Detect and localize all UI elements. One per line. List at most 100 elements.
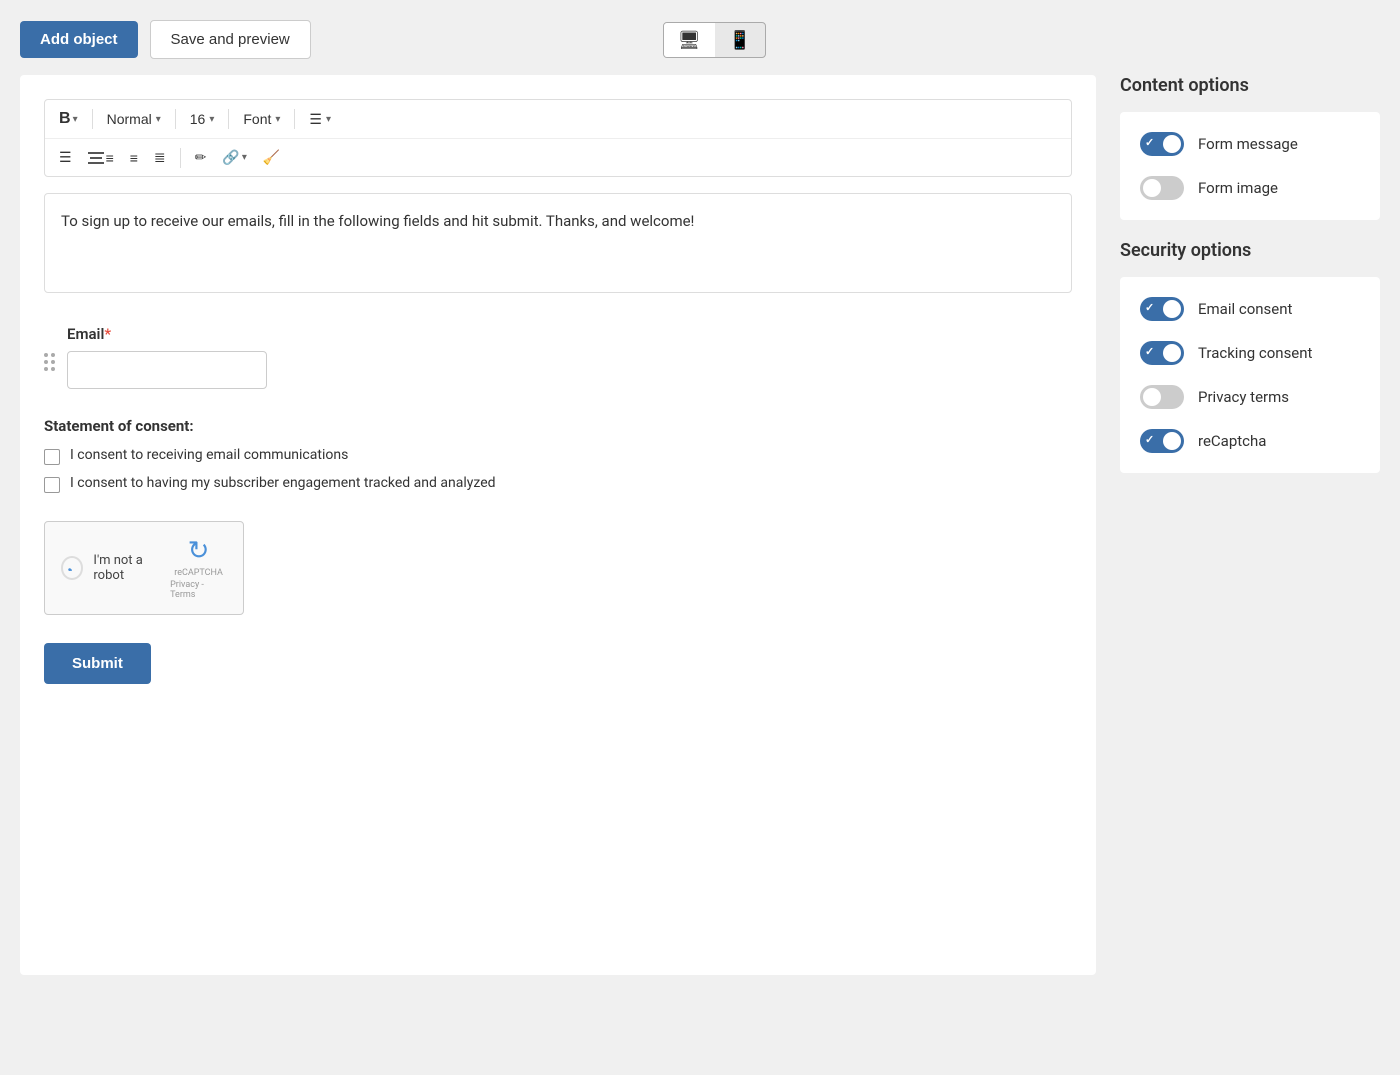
recaptcha-slider bbox=[1140, 429, 1184, 453]
recaptcha-toggle[interactable] bbox=[1140, 429, 1184, 453]
recaptcha-label: reCaptcha bbox=[1198, 432, 1266, 450]
desktop-icon: 🖥 bbox=[678, 30, 701, 50]
privacy-terms-label: Privacy terms bbox=[1198, 388, 1289, 406]
divider-3 bbox=[228, 109, 229, 129]
pen-icon: ✏ bbox=[195, 149, 207, 166]
link-icon: 🔗 bbox=[222, 149, 239, 166]
divider-1 bbox=[92, 109, 93, 129]
style-dropdown[interactable]: Normal ▾ bbox=[101, 107, 167, 131]
drag-dot-3 bbox=[44, 360, 48, 364]
consent-section: Statement of consent: I consent to recei… bbox=[44, 417, 1072, 493]
formatting-row: B ▾ Normal ▾ 16 ▾ Font bbox=[45, 100, 1071, 139]
desktop-view-button[interactable]: 🖥 bbox=[664, 23, 715, 57]
form-image-row: Form image bbox=[1140, 176, 1360, 200]
consent-checkbox-2[interactable] bbox=[44, 477, 60, 493]
drag-handle[interactable] bbox=[44, 325, 55, 371]
size-dropdown[interactable]: 16 ▾ bbox=[184, 107, 221, 131]
security-options-title: Security options bbox=[1120, 240, 1380, 261]
divider-4 bbox=[294, 109, 295, 129]
privacy-terms-row: Privacy terms bbox=[1140, 385, 1360, 409]
list-icon: ☰ bbox=[309, 111, 322, 128]
tracking-consent-slider bbox=[1140, 341, 1184, 365]
align-justify-icon: ≣ bbox=[154, 149, 166, 166]
email-field-content: Email* bbox=[67, 325, 1072, 389]
eraser-icon: 🧹 bbox=[263, 149, 280, 166]
align-right-icon: ≡ bbox=[130, 150, 138, 166]
privacy-terms-slider bbox=[1140, 385, 1184, 409]
required-marker: * bbox=[104, 325, 111, 343]
recaptcha-box[interactable]: · I'm not a robot ↻ reCAPTCHA Privacy - … bbox=[44, 521, 244, 615]
privacy-terms-toggle[interactable] bbox=[1140, 385, 1184, 409]
align-right-button[interactable]: ≡ bbox=[124, 146, 144, 170]
drag-dot-2 bbox=[51, 353, 55, 357]
link-chevron: ▾ bbox=[242, 152, 247, 163]
email-label: Email* bbox=[67, 325, 1072, 343]
align-left-icon: ☰ bbox=[59, 149, 72, 166]
bold-chevron: ▾ bbox=[73, 114, 78, 125]
mobile-icon: 📱 bbox=[729, 30, 751, 50]
content-options-section: Form message Form image bbox=[1120, 112, 1380, 220]
form-message-label: Form message bbox=[1198, 135, 1298, 153]
eraser-button[interactable]: 🧹 bbox=[257, 145, 286, 170]
link-button[interactable]: 🔗 ▾ bbox=[216, 145, 252, 170]
consent-title: Statement of consent: bbox=[44, 417, 1072, 435]
form-message-slider bbox=[1140, 132, 1184, 156]
bold-button[interactable]: B ▾ bbox=[53, 106, 84, 132]
email-consent-slider bbox=[1140, 297, 1184, 321]
recaptcha-toggle-row: reCaptcha bbox=[1140, 429, 1360, 453]
email-consent-toggle[interactable] bbox=[1140, 297, 1184, 321]
list-dropdown[interactable]: ☰ ▾ bbox=[303, 107, 337, 132]
consent-item-1: I consent to receiving email communicati… bbox=[44, 447, 1072, 465]
form-image-toggle[interactable] bbox=[1140, 176, 1184, 200]
recaptcha-text: I'm not a robot bbox=[93, 553, 170, 583]
form-message-row: Form message bbox=[1140, 132, 1360, 156]
text-content-area[interactable]: To sign up to receive our emails, fill i… bbox=[44, 193, 1072, 293]
email-input[interactable] bbox=[67, 351, 267, 389]
submit-button[interactable]: Submit bbox=[44, 643, 151, 684]
align-justify-button[interactable]: ≣ bbox=[148, 145, 172, 170]
content-options-title: Content options bbox=[1120, 75, 1380, 96]
body-text: To sign up to receive our emails, fill i… bbox=[61, 212, 694, 230]
align-left-button[interactable]: ☰ bbox=[53, 145, 78, 170]
drag-dot-4 bbox=[51, 360, 55, 364]
main-layout: B ▾ Normal ▾ 16 ▾ Font bbox=[20, 75, 1380, 975]
drag-dot-6 bbox=[51, 367, 55, 371]
editor-toolbar: B ▾ Normal ▾ 16 ▾ Font bbox=[44, 99, 1072, 177]
recaptcha-brand: reCAPTCHA bbox=[174, 568, 223, 578]
align-center-button[interactable]: ≡ bbox=[82, 146, 120, 170]
recaptcha-spinner: · bbox=[61, 556, 83, 580]
consent-label-2: I consent to having my subscriber engage… bbox=[70, 475, 496, 491]
font-chevron: ▾ bbox=[275, 114, 280, 125]
email-consent-row: Email consent bbox=[1140, 297, 1360, 321]
font-label: Font bbox=[243, 111, 271, 127]
tracking-consent-row: Tracking consent bbox=[1140, 341, 1360, 365]
style-chevron: ▾ bbox=[156, 114, 161, 125]
add-object-button[interactable]: Add object bbox=[20, 21, 138, 58]
pen-button[interactable]: ✏ bbox=[189, 145, 213, 170]
consent-checkbox-1[interactable] bbox=[44, 449, 60, 465]
drag-dot-5 bbox=[44, 367, 48, 371]
editor-panel: B ▾ Normal ▾ 16 ▾ Font bbox=[20, 75, 1096, 975]
device-toggle: 🖥 📱 bbox=[663, 22, 766, 58]
recaptcha-left: · I'm not a robot bbox=[61, 553, 170, 583]
divider-5 bbox=[180, 148, 181, 168]
consent-item-2: I consent to having my subscriber engage… bbox=[44, 475, 1072, 493]
email-field-group: Email* bbox=[44, 325, 1072, 389]
top-toolbar: Add object Save and preview 🖥 📱 bbox=[20, 20, 1380, 59]
font-dropdown[interactable]: Font ▾ bbox=[237, 107, 286, 131]
tracking-consent-label: Tracking consent bbox=[1198, 344, 1312, 362]
form-image-slider bbox=[1140, 176, 1184, 200]
form-image-label: Form image bbox=[1198, 179, 1278, 197]
size-label: 16 bbox=[190, 111, 206, 127]
list-chevron: ▾ bbox=[326, 114, 331, 125]
form-message-toggle[interactable] bbox=[1140, 132, 1184, 156]
style-label: Normal bbox=[107, 111, 152, 127]
security-options-section: Email consent Tracking consent Privacy t… bbox=[1120, 277, 1380, 473]
size-chevron: ▾ bbox=[209, 114, 214, 125]
consent-label-1: I consent to receiving email communicati… bbox=[70, 447, 348, 463]
save-preview-button[interactable]: Save and preview bbox=[150, 20, 311, 59]
mobile-view-button[interactable]: 📱 bbox=[715, 23, 765, 57]
tracking-consent-toggle[interactable] bbox=[1140, 341, 1184, 365]
options-panel: Content options Form message Form image … bbox=[1120, 75, 1380, 493]
recaptcha-right: ↻ reCAPTCHA Privacy - Terms bbox=[170, 536, 227, 600]
